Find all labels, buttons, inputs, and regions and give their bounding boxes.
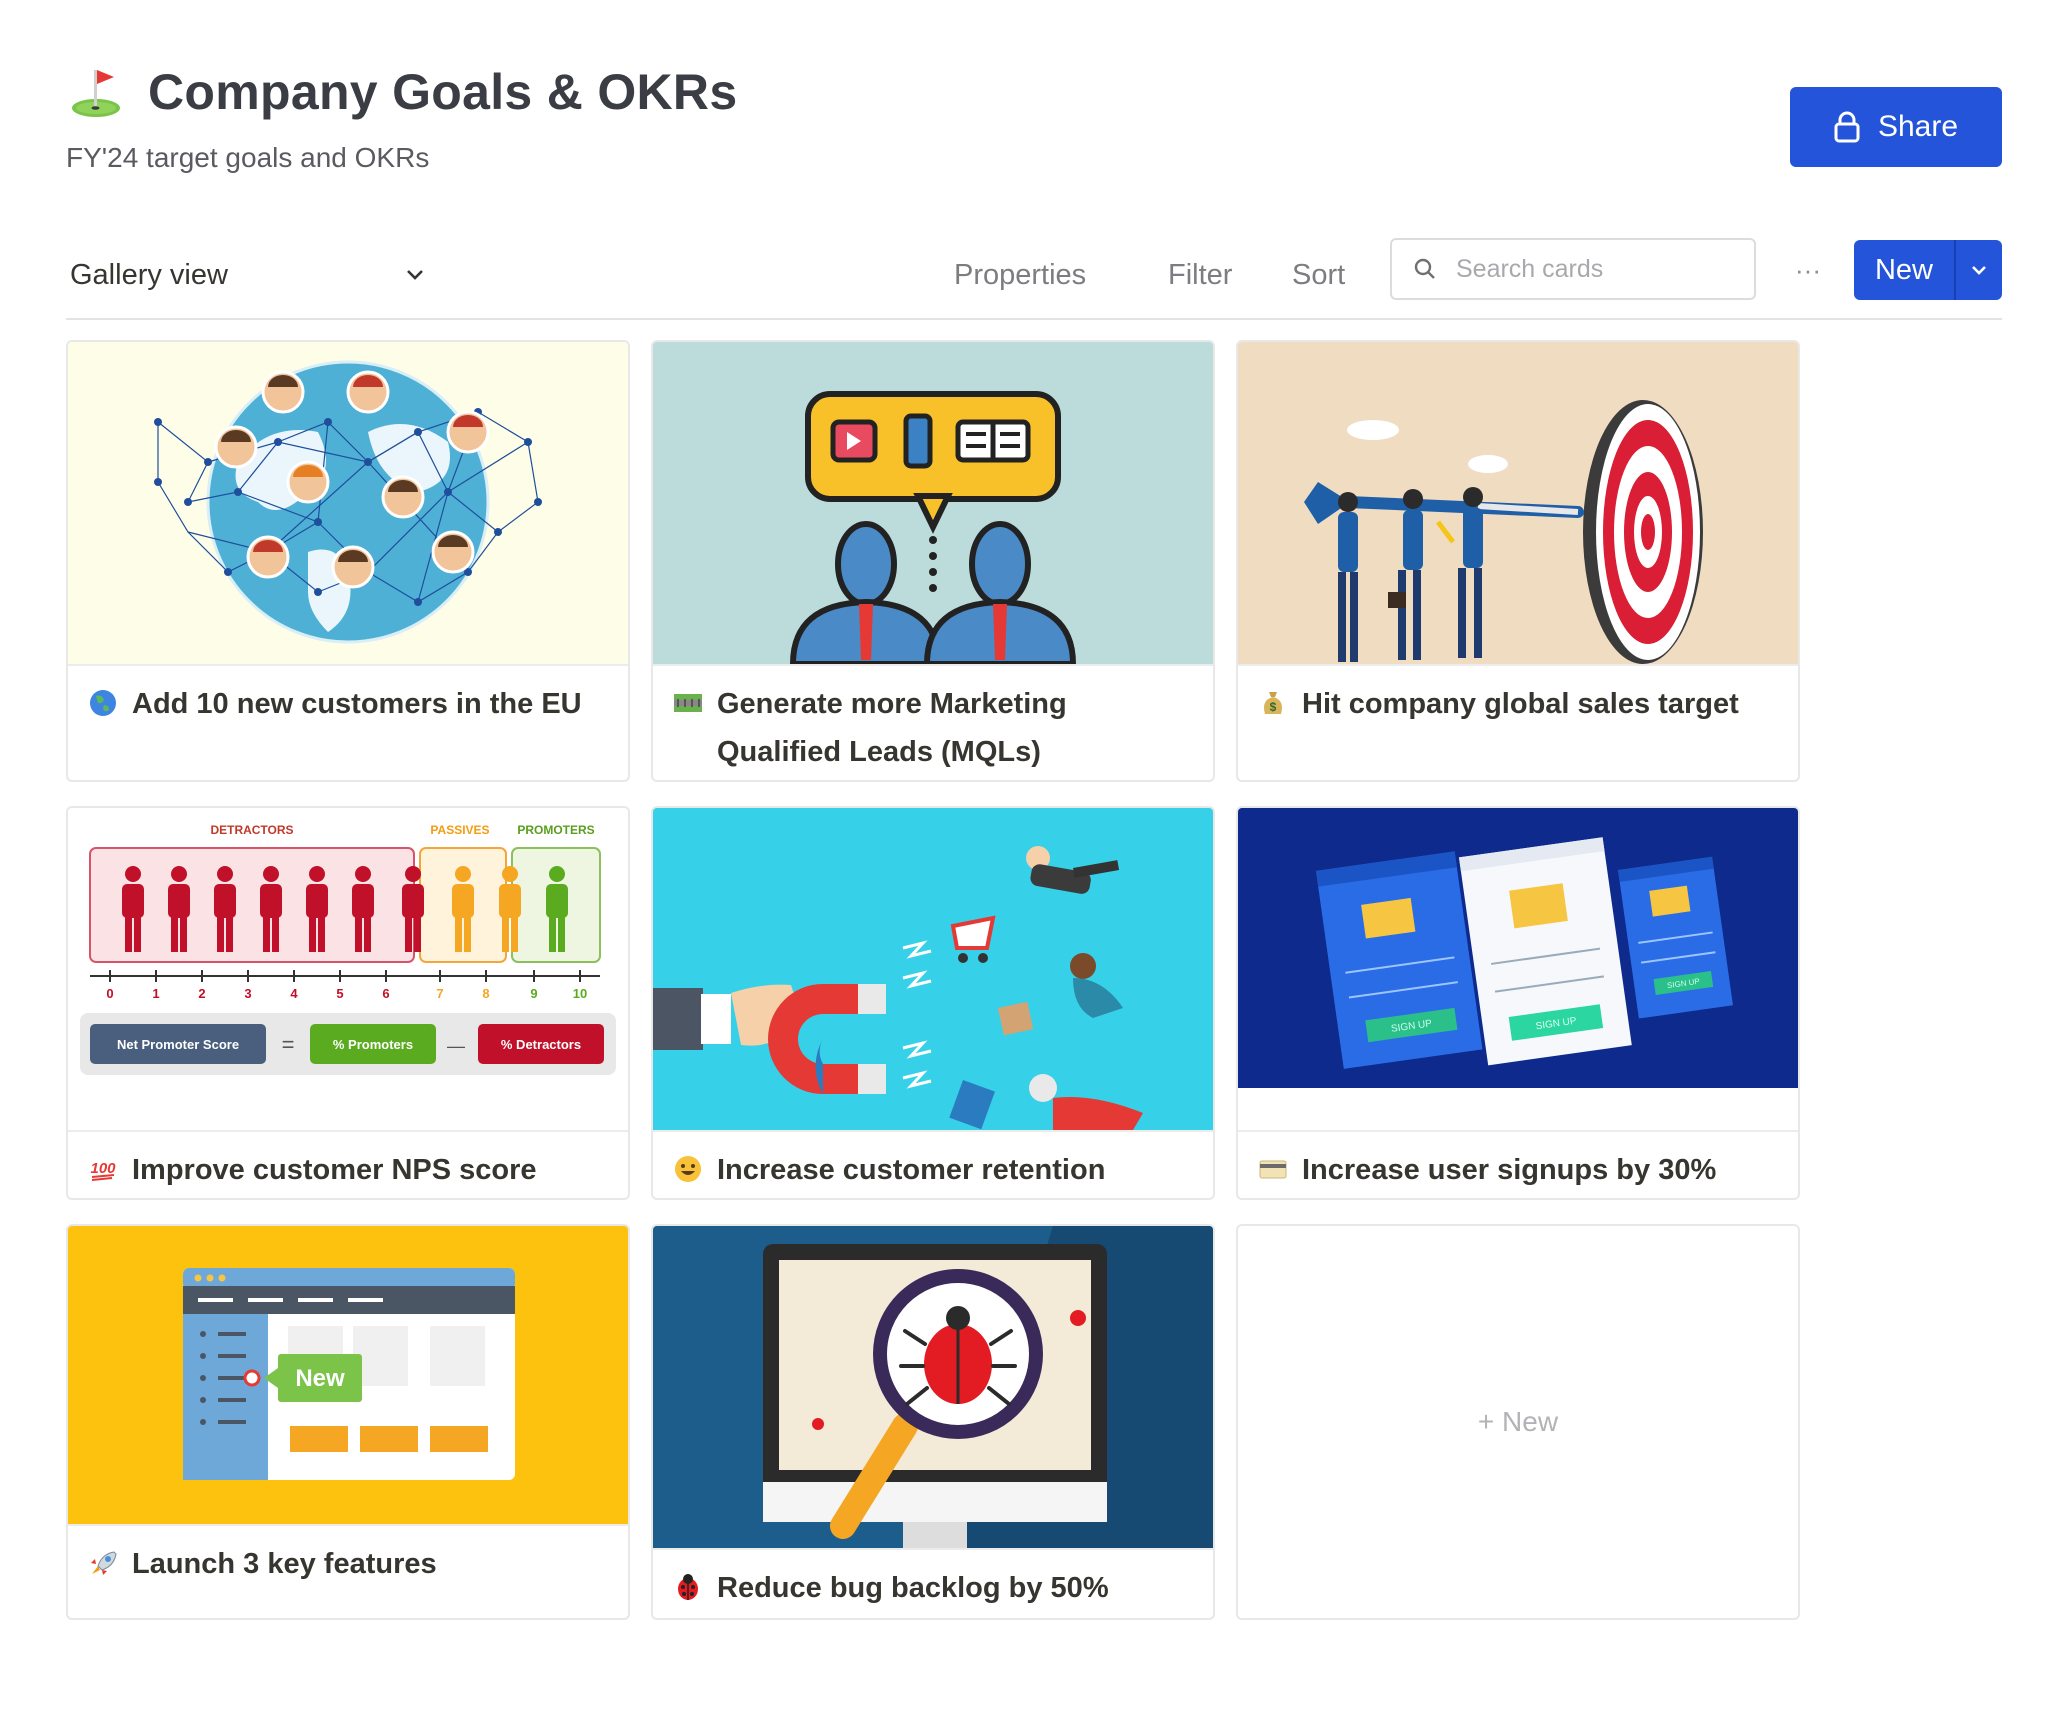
more-options-button[interactable]: ··· (1788, 250, 1828, 290)
nps-promoters-heading: PROMOTERS (517, 823, 594, 837)
share-button[interactable]: Share (1790, 87, 2002, 167)
nps-scale-label: 7 (436, 986, 443, 1001)
gallery-card[interactable]: Increase customer retention (651, 806, 1215, 1200)
sort-button[interactable]: Sort (1292, 252, 1345, 298)
magnet-customers-illustration (653, 846, 1143, 1130)
golf-flag-icon (72, 70, 120, 117)
gallery-card[interactable]: New Launch 3 key features (66, 1224, 630, 1620)
nps-scale-label: 8 (482, 986, 489, 1001)
card-cover-image: DETRACTORS PASSIVES PROMOTERS 0 1 2 3 4 5 6 7 8 9… (68, 808, 628, 1132)
new-feature-illustration: New (183, 1268, 515, 1480)
gallery-card[interactable]: Add 10 new customers in the EU (66, 340, 630, 782)
team-dart-target-illustration (1304, 400, 1703, 664)
nps-passives-heading: PASSIVES (430, 823, 489, 837)
nps-equals-sign: = (282, 1032, 295, 1057)
card-cover-image (653, 1226, 1213, 1550)
card-title: Reduce bug backlog by 50% (717, 1572, 1109, 1604)
card-cover-image (1238, 342, 1798, 666)
page-header: Company Goals & OKRs (66, 62, 737, 122)
new-button-group: New (1854, 240, 2002, 300)
nps-scale-label: 9 (530, 986, 537, 1001)
card-title: Improve customer NPS score (132, 1154, 537, 1186)
gallery-card[interactable]: $ Hit company global sales target (1236, 340, 1800, 782)
page-subtitle: FY'24 target goals and OKRs (66, 142, 430, 173)
chevron-down-icon (407, 270, 423, 280)
view-label: Gallery view (70, 258, 228, 291)
globe-icon (90, 690, 116, 716)
gallery-card[interactable]: SIGN UP SIGN UP SIGN UP Increase user si… (1236, 806, 1800, 1200)
new-dropdown-button[interactable] (1954, 240, 2002, 300)
gallery-card[interactable]: Generate more Marketing Qualified Leads … (651, 340, 1215, 782)
nps-scale-label: 4 (290, 986, 298, 1001)
gallery-card[interactable]: DETRACTORS PASSIVES PROMOTERS 0 1 2 3 4 5 6 7 8 9… (66, 806, 630, 1200)
nps-detractors-heading: DETRACTORS (210, 823, 293, 837)
nps-promoters-label: % Promoters (333, 1037, 413, 1052)
railway-track-icon (674, 694, 702, 712)
new-feature-badge: New (295, 1365, 345, 1392)
search-box[interactable] (1390, 238, 1756, 300)
ladybug-icon (678, 1574, 698, 1600)
nps-scale-label: 0 (106, 986, 113, 1001)
nps-scale-label: 5 (336, 986, 343, 1001)
card-title: Increase customer retention (717, 1154, 1106, 1186)
lock-icon (1834, 111, 1860, 143)
card-title: Launch 3 key features (132, 1548, 437, 1580)
nps-formula-label: Net Promoter Score (117, 1037, 239, 1052)
nps-scale-label: 1 (152, 986, 159, 1001)
toolbar: Gallery view Properties Filter Sort ··· … (66, 238, 2002, 320)
card-cover-image (653, 342, 1213, 666)
gallery-card[interactable]: Reduce bug backlog by 50% (651, 1224, 1215, 1620)
card-cover-image: SIGN UP SIGN UP SIGN UP (1238, 808, 1798, 1132)
rocket-icon (91, 1551, 117, 1575)
world-map-network-illustration (154, 360, 542, 644)
smiley-icon (675, 1156, 701, 1182)
signup-forms-illustration: SIGN UP SIGN UP SIGN UP (1238, 808, 1798, 1088)
svg-text:$: $ (1270, 700, 1277, 714)
nps-scale-label: 10 (573, 986, 587, 1001)
credit-card-icon (1259, 1160, 1287, 1179)
bug-magnifier-illustration (763, 1226, 1213, 1548)
marketing-communication-illustration (789, 391, 1077, 664)
search-icon (1414, 258, 1435, 279)
nps-scale-label: 6 (382, 986, 389, 1001)
money-bag-icon: $ (1264, 692, 1282, 714)
page-title: Company Goals & OKRs (148, 64, 738, 120)
card-title: Hit company global sales target (1302, 688, 1739, 720)
chevron-down-icon (1972, 266, 1986, 275)
view-selector[interactable]: Gallery view (70, 252, 426, 298)
card-cover-image (68, 342, 628, 666)
hundred-points-icon: 100 (90, 1160, 116, 1181)
nps-detractors-label: % Detractors (501, 1037, 581, 1052)
share-label: Share (1877, 110, 1959, 143)
new-button[interactable]: New (1854, 240, 1954, 300)
card-cover-image: New (68, 1226, 628, 1526)
card-title: Generate more Marketing Qualified Leads … (717, 688, 1067, 768)
nps-scale-label: 3 (244, 986, 251, 1001)
properties-button[interactable]: Properties (954, 252, 1086, 298)
nps-minus-sign: — (447, 1036, 465, 1056)
search-input[interactable] (1454, 253, 1738, 285)
card-title: Increase user signups by 30% (1302, 1154, 1717, 1186)
nps-chart-illustration: DETRACTORS PASSIVES PROMOTERS 0 1 2 3 4 5 6 7 8 9… (80, 823, 616, 1075)
add-new-card-button[interactable]: + New (1236, 1224, 1800, 1620)
card-title: Add 10 new customers in the EU (132, 688, 582, 720)
card-cover-image (653, 808, 1213, 1132)
filter-button[interactable]: Filter (1168, 252, 1232, 298)
nps-scale-label: 2 (198, 986, 205, 1001)
